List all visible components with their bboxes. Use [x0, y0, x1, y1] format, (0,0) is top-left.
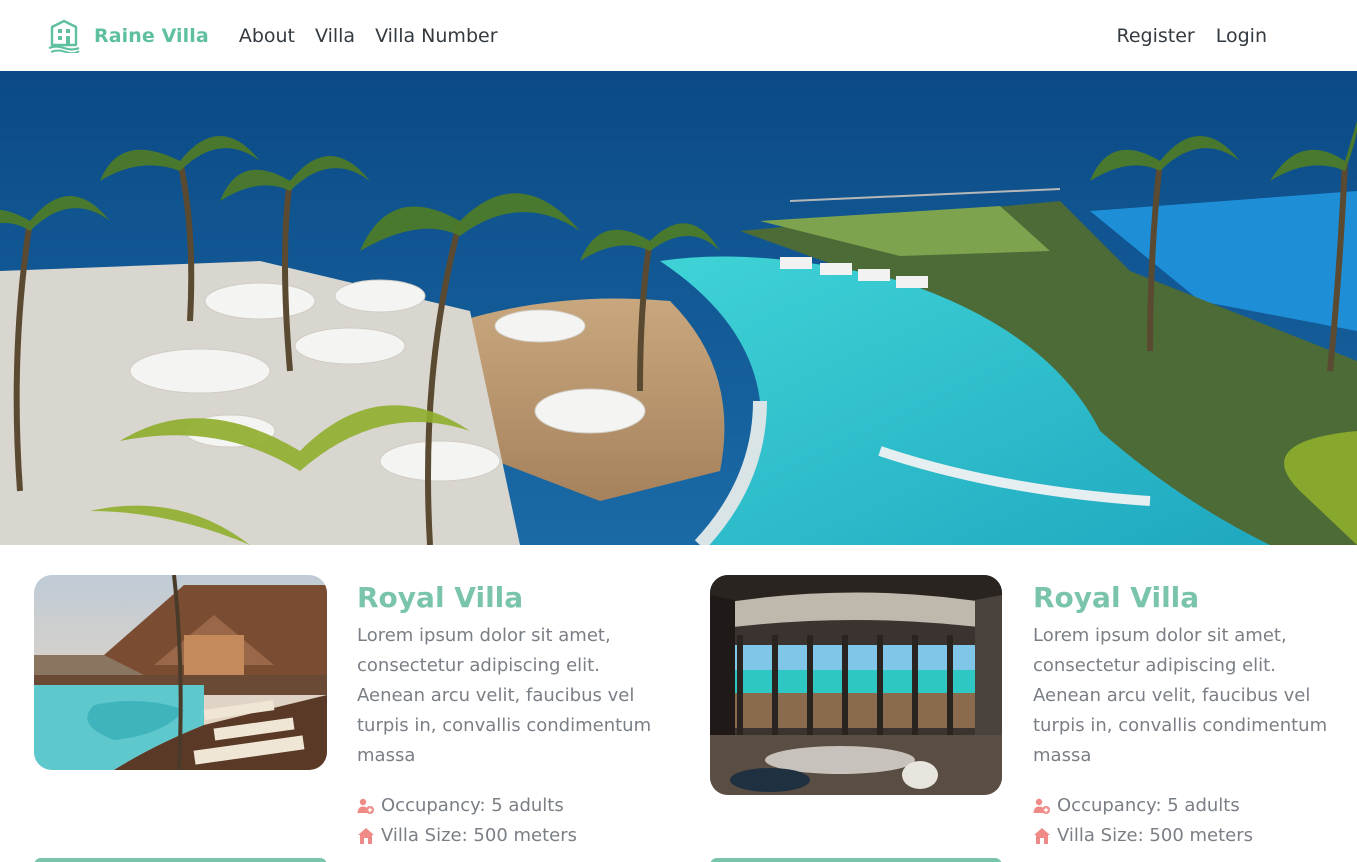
- brand-link[interactable]: Raine Villa: [48, 19, 209, 53]
- auth-menu: Register Login: [1096, 25, 1268, 47]
- size-row: Villa Size: 500 meters: [1033, 821, 1343, 851]
- size-row: Villa Size: 500 meters: [357, 821, 667, 851]
- size-text: Villa Size: 500 meters: [381, 825, 578, 846]
- navbar: Raine Villa About Villa Villa Number Reg…: [0, 0, 1357, 71]
- villa-card: Royal Villa Lorem ipsum dolor sit amet, …: [710, 575, 1350, 862]
- nav-menu: About Villa Villa Number: [229, 25, 508, 47]
- villa-description: Lorem ipsum dolor sit amet, consectetur …: [357, 625, 652, 766]
- villa-poolside-photo: [34, 575, 327, 770]
- villa-details: Royal Villa Lorem ipsum dolor sit amet, …: [357, 581, 667, 851]
- nav-link-about[interactable]: About: [229, 25, 305, 47]
- occupancy-row: Occupancy: 5 adults: [357, 791, 667, 821]
- villa-photo[interactable]: [710, 575, 1002, 795]
- size-text: Villa Size: 500 meters: [1057, 825, 1254, 846]
- villa-meta: Occupancy: 5 adults Villa Size: 500 mete…: [1033, 791, 1343, 851]
- villa-title[interactable]: Royal Villa: [357, 581, 667, 615]
- nav-link-villa-number[interactable]: Villa Number: [365, 25, 507, 47]
- house-icon: [1034, 828, 1050, 844]
- register-link[interactable]: Register: [1096, 25, 1195, 47]
- hero-banner: [0, 71, 1357, 545]
- villa-title[interactable]: Royal Villa: [1033, 581, 1343, 615]
- building-icon: [48, 19, 80, 53]
- people-icon: [1033, 798, 1050, 814]
- villa-photo[interactable]: [34, 575, 327, 770]
- nav-link-villa[interactable]: Villa: [305, 25, 365, 47]
- brand-name: Raine Villa: [94, 24, 209, 47]
- villa-details-button[interactable]: [34, 858, 327, 862]
- login-link[interactable]: Login: [1195, 25, 1267, 47]
- occupancy-text: Occupancy: 5 adults: [1057, 795, 1240, 816]
- people-icon: [357, 798, 374, 814]
- villa-details: Royal Villa Lorem ipsum dolor sit amet, …: [1033, 581, 1343, 851]
- house-icon: [358, 828, 374, 844]
- villa-card: Royal Villa Lorem ipsum dolor sit amet, …: [34, 575, 674, 862]
- occupancy-row: Occupancy: 5 adults: [1033, 791, 1343, 821]
- villa-description: Lorem ipsum dolor sit amet, consectetur …: [1033, 625, 1328, 766]
- resort-pool-hero-image: [0, 71, 1357, 545]
- villa-meta: Occupancy: 5 adults Villa Size: 500 mete…: [357, 791, 667, 851]
- occupancy-text: Occupancy: 5 adults: [381, 795, 564, 816]
- villa-details-button[interactable]: [710, 858, 1002, 862]
- villa-ocean-room-photo: [710, 575, 1002, 795]
